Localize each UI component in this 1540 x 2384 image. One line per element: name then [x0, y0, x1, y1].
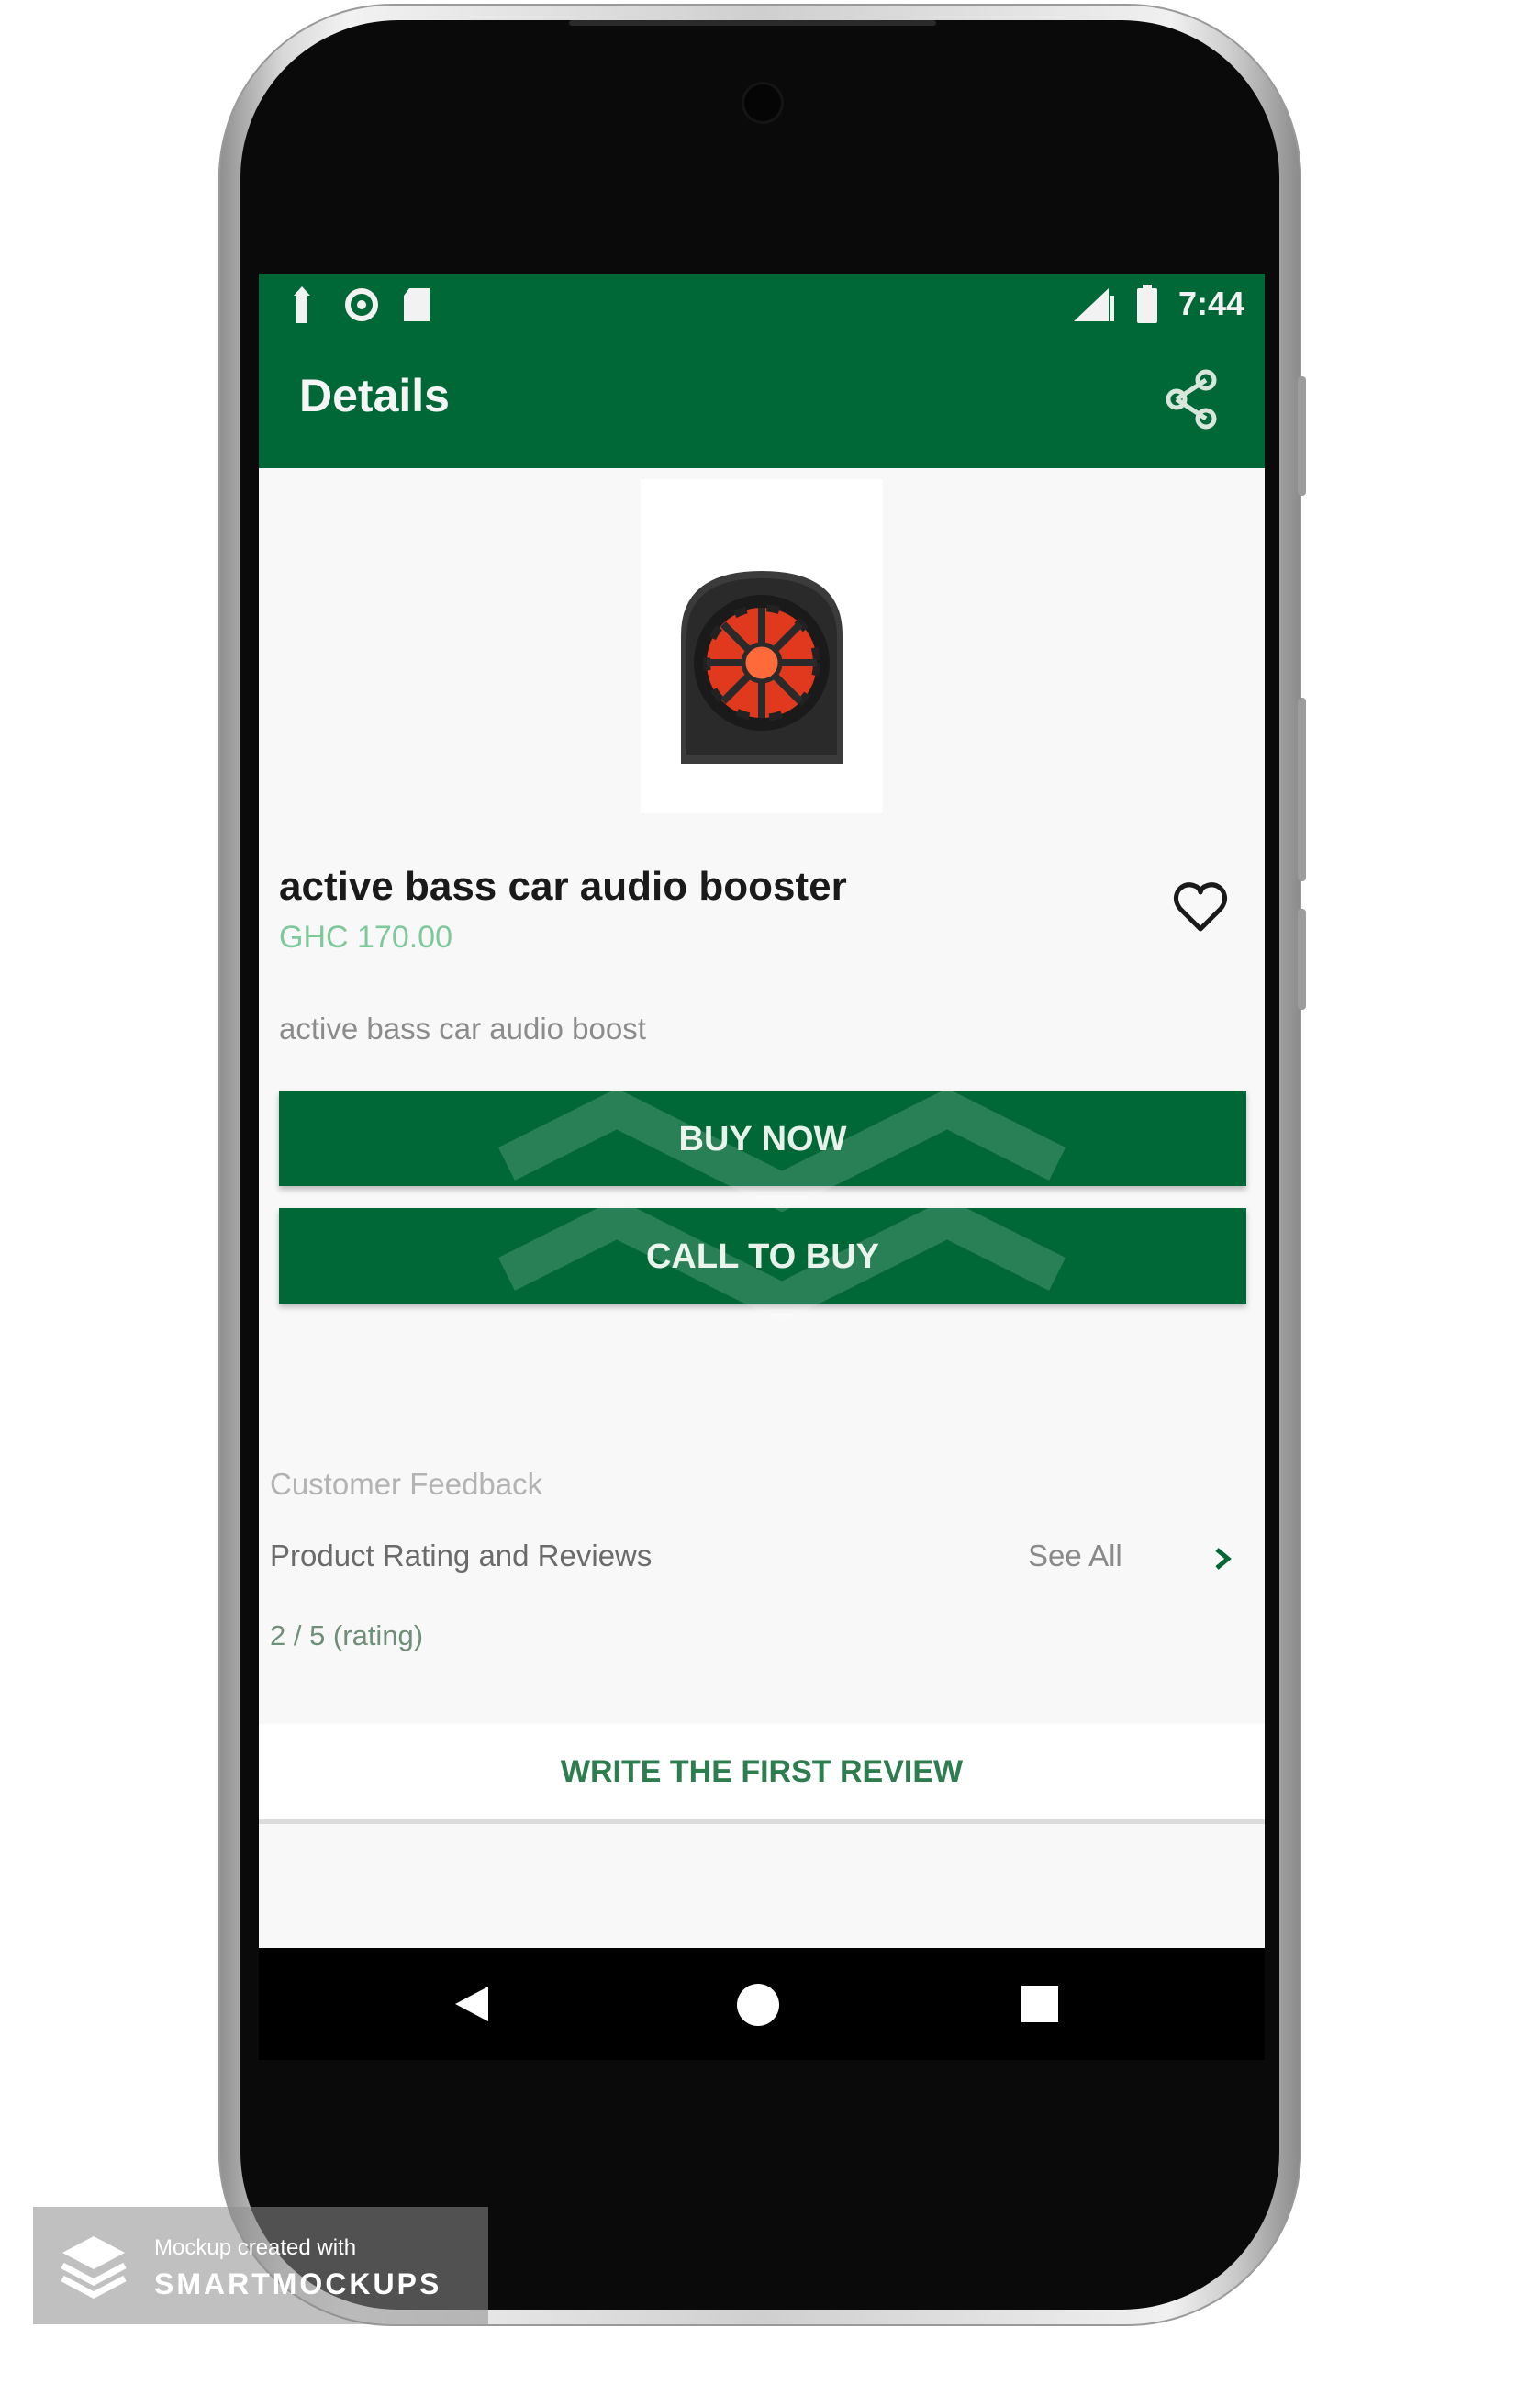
feedback-section-title: Customer Feedback: [270, 1467, 543, 1501]
status-bar: 7:44: [259, 274, 1265, 334]
earpiece-speaker: [569, 20, 936, 26]
share-icon[interactable]: [1160, 367, 1224, 431]
layers-logo-icon: [57, 2229, 130, 2302]
product-name: active bass car audio booster: [279, 864, 847, 909]
system-nav-bar: [259, 1948, 1265, 2060]
watermark-caption: Mockup created with: [154, 2235, 357, 2260]
chevron-right-icon[interactable]: [1210, 1540, 1237, 1586]
battery-icon: [1136, 285, 1158, 323]
sync-icon: [343, 286, 380, 323]
product-description: active bass car audio boost: [279, 1012, 646, 1046]
usb-icon: [292, 286, 312, 323]
recents-square-icon[interactable]: [1021, 1985, 1059, 2023]
side-button: [1298, 909, 1306, 1010]
back-triangle-icon[interactable]: [452, 1983, 494, 2025]
rating-value: 2 / 5 (rating): [270, 1619, 424, 1651]
speaker-product-illustration: [681, 571, 843, 764]
see-all-link[interactable]: See All: [1028, 1535, 1122, 1577]
watermark-brand: SMARTMOCKUPS: [154, 2267, 442, 2300]
background-watermark-shape: [470, 1088, 1094, 1338]
product-image[interactable]: [641, 479, 883, 813]
signal-icon: [1072, 286, 1116, 323]
front-camera: [744, 84, 781, 121]
status-time: 7:44: [1177, 285, 1244, 322]
power-button: [1298, 698, 1306, 881]
review-card: WRITE THE FIRST REVIEW: [259, 1724, 1265, 1824]
sd-card-icon: [402, 286, 431, 323]
product-price: GHC 170.00: [279, 920, 452, 955]
page-title: Details: [299, 370, 450, 421]
app-screen: 7:44 Details active bass car audio boost…: [259, 274, 1265, 2060]
heart-outline-icon[interactable]: [1171, 878, 1230, 936]
rating-reviews-label: Product Rating and Reviews: [270, 1539, 653, 1573]
volume-button: [1298, 376, 1306, 496]
home-circle-icon[interactable]: [736, 1983, 780, 2027]
write-review-button[interactable]: WRITE THE FIRST REVIEW: [259, 1724, 1265, 1819]
